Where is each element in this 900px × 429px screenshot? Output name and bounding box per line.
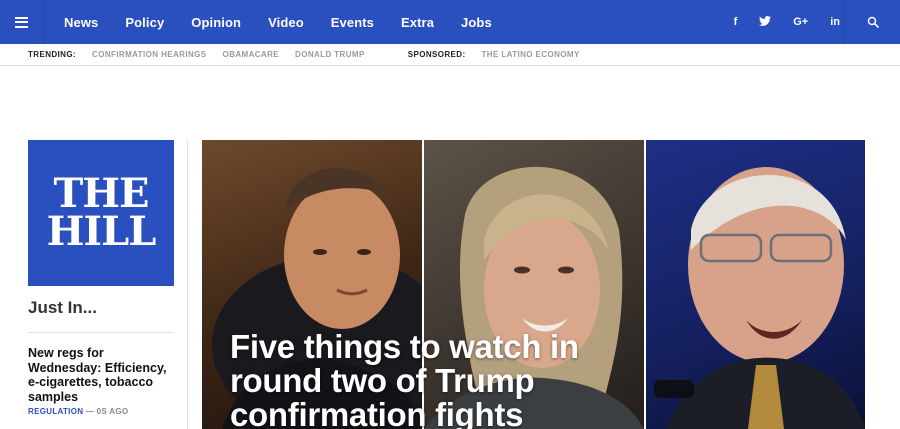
trending-bar: TRENDING: CONFIRMATION HEARINGS OBAMACAR… [0,44,900,66]
google-plus-icon[interactable]: G+ [793,16,808,28]
trending-item-donald-trump[interactable]: DONALD TRUMP [295,50,365,59]
hero-feature[interactable]: Five things to watch in round two of Tru… [202,140,865,429]
nav-link-extra[interactable]: Extra [401,15,434,30]
trending-item-obamacare[interactable]: OBAMACARE [223,50,280,59]
nav-link-jobs[interactable]: Jobs [461,15,492,30]
sidebar-divider [187,140,188,429]
just-in-story-title[interactable]: New regs for Wednesday: Efficiency, e-ci… [28,346,178,404]
social-links: f G+ in [712,0,840,44]
nav-link-policy[interactable]: Policy [125,15,164,30]
nav-link-opinion[interactable]: Opinion [191,15,241,30]
sponsored-item-latino-economy[interactable]: THE LATINO ECONOMY [482,50,580,59]
top-navigation-bar: News Policy Opinion Video Events Extra J… [0,0,900,44]
trending-label: TRENDING: [28,50,77,59]
the-hill-logo[interactable]: THE HILL [28,140,174,286]
just-in-heading: Just In... [28,298,97,317]
nav-link-news[interactable]: News [64,15,98,30]
just-in-story-meta: REGULATION — 0S AGO [28,407,128,416]
linkedin-icon[interactable]: in [830,16,840,28]
menu-button[interactable] [0,0,44,44]
sponsored-label: SPONSORED: [407,50,466,59]
nav-link-video[interactable]: Video [268,15,304,30]
search-icon [867,16,879,28]
hero-photo-3 [646,140,865,429]
logo-line-2: HILL [46,208,157,255]
main-nav-links: News Policy Opinion Video Events Extra J… [64,0,519,44]
nav-link-events[interactable]: Events [331,15,374,30]
just-in-rule [28,332,174,333]
twitter-icon[interactable] [759,15,772,29]
story-category-link[interactable]: REGULATION [28,407,83,416]
hamburger-icon [15,16,28,28]
search-button[interactable] [844,0,900,44]
facebook-icon[interactable]: f [734,16,738,28]
hero-headline[interactable]: Five things to watch in round two of Tru… [230,330,610,429]
story-timestamp: — 0S AGO [85,407,129,416]
trending-item-confirmation-hearings[interactable]: CONFIRMATION HEARINGS [92,50,206,59]
